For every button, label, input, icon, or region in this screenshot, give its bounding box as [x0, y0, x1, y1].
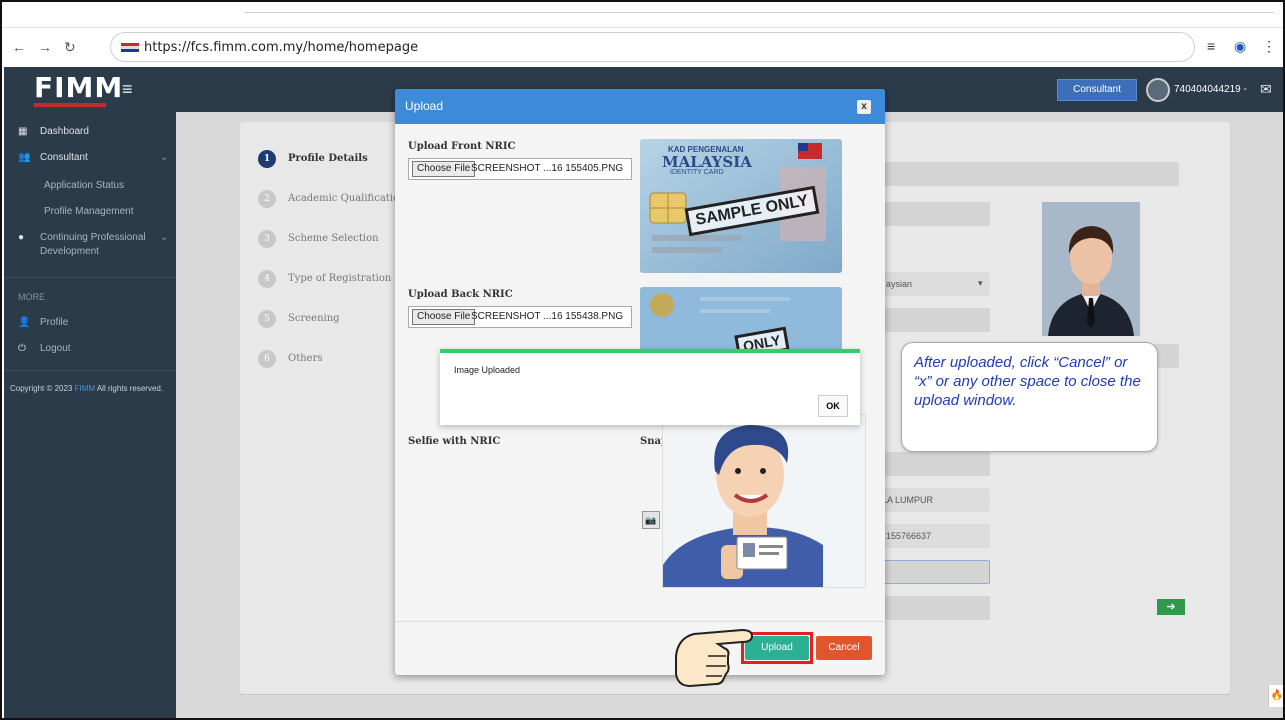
profile-photo	[1042, 202, 1140, 336]
form-field[interactable]	[872, 308, 990, 332]
choose-file-button[interactable]: Choose File	[412, 161, 476, 177]
dashboard-icon: ▦	[18, 126, 28, 137]
sidebar-divider	[4, 277, 176, 278]
nationality-select[interactable]: aysian ▾	[872, 272, 990, 296]
sidebar-item-logout[interactable]: ⏻ Logout	[18, 343, 71, 354]
front-nric-label: Upload Front NRIC	[408, 141, 516, 152]
front-nric-preview: KAD PENGENALAN MALAYSIA IDENTITY CARD SA…	[640, 139, 842, 273]
front-file-name: SCREENSHOT ...16 155405.PNG	[471, 163, 624, 174]
flame-icon: 🔥	[1268, 685, 1283, 707]
media-icon[interactable]: ≡	[1207, 38, 1215, 54]
back-icon[interactable]: ←	[12, 39, 26, 55]
chevron-down-icon: ⌄	[160, 152, 169, 163]
modal-title: Upload	[405, 99, 444, 113]
step-profile-details[interactable]: 1 Profile Details	[258, 150, 368, 168]
sidebar-item-profile-management[interactable]: Profile Management	[44, 206, 134, 217]
form-field[interactable]	[872, 560, 990, 584]
screenshot-frame: ← → ↻ https://fcs.fimm.com.my/home/homep…	[0, 0, 1285, 720]
back-nric-file-input[interactable]: Choose File SCREENSHOT ...16 155438.PNG	[408, 306, 632, 328]
copyright: Copyright © 2023 FIMM All rights reserve…	[10, 384, 164, 393]
reload-icon[interactable]: ↻	[64, 39, 76, 56]
browser-tabstrip	[4, 4, 1283, 28]
choose-file-button[interactable]: Choose File	[412, 309, 476, 325]
chevron-down-icon: ⌄	[160, 232, 169, 243]
card-divider	[240, 694, 1230, 695]
modal-footer-divider	[395, 621, 885, 622]
url-text[interactable]: https://fcs.fimm.com.my/home/homepage	[144, 40, 418, 55]
mail-icon[interactable]: ✉	[1260, 81, 1272, 98]
form-field[interactable]	[872, 162, 1179, 186]
form-field[interactable]	[872, 596, 990, 620]
phone-field[interactable]: 155766637	[872, 524, 990, 548]
profile-photo-image	[1042, 202, 1140, 336]
sidebar: ▦ Dashboard 👥 Consultant ⌄ Application Stat…	[4, 112, 176, 718]
sidebar-divider	[4, 370, 176, 371]
sidebar-item-profile[interactable]: 👤 Profile	[18, 317, 68, 328]
browser-toolbar: ← → ↻ https://fcs.fimm.com.my/home/homep…	[4, 29, 1283, 67]
address-bar[interactable]: https://fcs.fimm.com.my/home/homepage	[110, 32, 1195, 62]
caret-down-icon: ▾	[978, 278, 983, 288]
consultant-button[interactable]: Consultant	[1057, 79, 1137, 101]
image-uploaded-alert: Image Uploaded OK	[440, 349, 860, 425]
form-field[interactable]	[872, 202, 990, 226]
alert-message: Image Uploaded	[454, 365, 521, 375]
next-button[interactable]: ➔	[1157, 599, 1185, 615]
favicon	[121, 43, 139, 52]
sidebar-item-cpd-line2: Development	[40, 246, 99, 257]
step-screening[interactable]: 5 Screening	[258, 310, 340, 328]
tab-divider	[244, 12, 1274, 13]
close-icon[interactable]: x	[857, 100, 871, 114]
camera-icon[interactable]: 📷	[642, 511, 660, 529]
avatar[interactable]	[1146, 78, 1170, 102]
selfie-preview	[662, 414, 866, 588]
back-file-name: SCREENSHOT ...16 155438.PNG	[471, 311, 624, 322]
pointing-hand-icon	[675, 628, 754, 688]
user-icon: 👤	[18, 317, 31, 328]
users-icon: 👥	[18, 152, 31, 163]
step-type-of-registration[interactable]: 4 Type of Registration	[258, 270, 391, 288]
back-nric-label: Upload Back NRIC	[408, 289, 513, 300]
form-field[interactable]	[872, 452, 990, 476]
sidebar-item-application-status[interactable]: Application Status	[44, 180, 124, 191]
profile-icon[interactable]: ◉	[1234, 38, 1246, 55]
city-field[interactable]: LA LUMPUR	[872, 488, 990, 512]
front-nric-file-input[interactable]: Choose File SCREENSHOT ...16 155405.PNG	[408, 158, 632, 180]
circle-icon: ●	[18, 232, 25, 243]
step-academic-qualifications[interactable]: 2 Academic Qualifications	[258, 190, 411, 208]
menu-icon[interactable]: ⋮	[1262, 38, 1276, 55]
logo-tagline-bar	[34, 103, 106, 107]
selfie-label: Selfie with NRIC	[408, 436, 501, 447]
sidebar-section-more: MORE	[18, 292, 45, 302]
user-id-dropdown[interactable]: 740404044219 -	[1174, 84, 1247, 95]
callout-text: After uploaded, click “Cancel” or “x” or…	[914, 354, 1141, 409]
modal-header: Upload x	[395, 89, 885, 124]
power-icon: ⏻	[18, 343, 26, 354]
back-nric-preview: ONLY	[640, 287, 842, 351]
ok-button[interactable]: OK	[818, 395, 848, 417]
nric-sub-text: IDENTITY CARD	[670, 169, 724, 176]
sidebar-item-dashboard[interactable]: ▦ Dashboard	[18, 126, 89, 137]
cancel-button[interactable]: Cancel	[816, 636, 872, 660]
step-others[interactable]: 6 Others	[258, 350, 323, 368]
forward-icon[interactable]: →	[38, 39, 52, 55]
copyright-brand-link[interactable]: FIMM	[75, 384, 95, 393]
sidebar-item-cpd[interactable]: ● Continuing Professional ⌄	[18, 232, 168, 243]
instruction-callout: After uploaded, click “Cancel” or “x” or…	[901, 342, 1158, 452]
fimm-logo[interactable]: FIMM	[34, 71, 123, 104]
sidebar-item-consultant[interactable]: 👥 Consultant ⌄	[18, 152, 168, 163]
hamburger-icon[interactable]: ≡	[122, 79, 133, 100]
selfie-illustration	[663, 415, 865, 587]
step-scheme-selection[interactable]: 3 Scheme Selection	[258, 230, 379, 248]
